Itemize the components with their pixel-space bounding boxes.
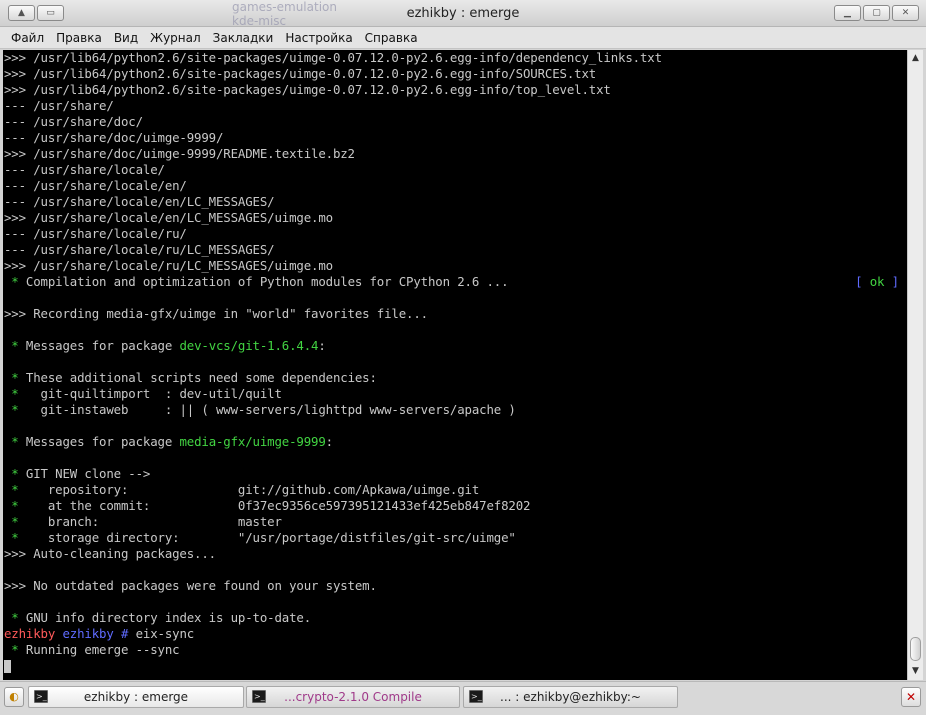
terminal-icon: >_ — [469, 690, 483, 703]
terminal-line: --- /usr/share/locale/ru/ — [4, 226, 187, 241]
terminal-line: --- /usr/share/doc/uimge-9999/ — [4, 130, 224, 145]
terminal-line: * These additional scripts need some dep… — [4, 370, 377, 385]
minimize-icon: ▁ — [844, 8, 851, 18]
menu-settings[interactable]: Настройка — [279, 28, 358, 48]
close-window-button[interactable]: ✕ — [892, 5, 919, 21]
terminal-line: >>> /usr/lib64/python2.6/site-packages/u… — [4, 50, 662, 65]
terminal-line: * Messages for package dev-vcs/git-1.6.4… — [4, 338, 326, 353]
menu-history[interactable]: Журнал — [144, 28, 207, 48]
terminal-line: >>> /usr/lib64/python2.6/site-packages/u… — [4, 66, 597, 81]
menu-file[interactable]: Файл — [5, 28, 50, 48]
status-ok: [ ok ] — [855, 274, 899, 289]
terminal-line: * git-quiltimport : dev-util/quilt — [4, 386, 282, 401]
close-tab-icon: ✕ — [905, 690, 917, 704]
terminal-scrollbar[interactable]: ▲ ▼ — [907, 50, 923, 680]
scroll-down-icon[interactable]: ▼ — [908, 664, 923, 678]
terminal-line: * Running emerge --sync — [4, 642, 180, 657]
text-cursor — [4, 660, 11, 673]
menu-help[interactable]: Справка — [359, 28, 424, 48]
terminal-line: * Messages for package media-gfx/uimge-9… — [4, 434, 333, 449]
tab-label: ... : ezhikby@ezhikby:~ — [500, 690, 641, 704]
tab-crypto-compile[interactable]: >_ ...crypto-2.1.0 Compile — [246, 686, 460, 708]
terminal-line: * branch: master — [4, 514, 282, 529]
tab-label: ezhikby : emerge — [83, 690, 189, 704]
terminal-line: * git-instaweb : || ( www-servers/lightt… — [4, 402, 516, 417]
tab-emerge[interactable]: >_ ezhikby : emerge — [28, 686, 244, 708]
terminal-icon: >_ — [252, 690, 266, 703]
terminal-icon: >_ — [34, 690, 48, 703]
menu-bar: Файл Правка Вид Журнал Закладки Настройк… — [0, 27, 926, 49]
menu-edit[interactable]: Правка — [50, 28, 108, 48]
terminal-line: --- /usr/share/locale/ru/LC_MESSAGES/ — [4, 242, 275, 257]
terminal-line: >>> /usr/share/locale/ru/LC_MESSAGES/uim… — [4, 258, 333, 273]
terminal-line: * Compilation and optimization of Python… — [4, 274, 899, 289]
close-icon: ✕ — [901, 8, 910, 18]
menu-view[interactable]: Вид — [108, 28, 144, 48]
terminal-line: >>> /usr/share/doc/uimge-9999/README.tex… — [4, 146, 355, 161]
terminal-line: --- /usr/share/locale/en/ — [4, 178, 187, 193]
terminal-line: >>> Auto-cleaning packages... — [4, 546, 216, 561]
tab-label: ...crypto-2.1.0 Compile — [284, 690, 422, 704]
terminal-line: >>> /usr/lib64/python2.6/site-packages/u… — [4, 82, 611, 97]
new-tab-button[interactable]: ◐ — [4, 687, 24, 707]
terminal-line: * repository: git://github.com/Apkawa/ui… — [4, 482, 480, 497]
maximize-icon: ▢ — [872, 8, 881, 18]
terminal-line: ezhikby ezhikby # eix-sync — [4, 626, 195, 641]
window-title: ezhikby : emerge — [406, 6, 520, 21]
terminal-line: * at the commit: 0f37ec9356ce59739512143… — [4, 498, 531, 513]
terminal-line: * GNU info directory index is up-to-date… — [4, 610, 312, 625]
terminal-line: >>> /usr/share/locale/en/LC_MESSAGES/uim… — [4, 210, 333, 225]
tab-ezhikby-home[interactable]: >_ ... : ezhikby@ezhikby:~ — [463, 686, 678, 708]
terminal-output[interactable]: >>> /usr/lib64/python2.6/site-packages/u… — [3, 50, 907, 680]
terminal-cursor-line — [3, 658, 907, 674]
terminal-line: >>> Recording media-gfx/uimge in "world"… — [4, 306, 428, 321]
scrollbar-thumb[interactable] — [910, 637, 921, 661]
terminal-line: --- /usr/share/locale/ — [4, 162, 165, 177]
terminal-line: --- /usr/share/ — [4, 98, 114, 113]
terminal-line: >>> No outdated packages were found on y… — [4, 578, 377, 593]
close-tab-button[interactable]: ✕ — [901, 687, 921, 707]
menu-bookmarks[interactable]: Закладки — [207, 28, 280, 48]
terminal-line: * storage directory: "/usr/portage/distf… — [4, 530, 516, 545]
scroll-up-icon[interactable]: ▲ — [908, 51, 923, 65]
new-tab-icon: ◐ — [9, 690, 19, 703]
title-bar[interactable]: games-emulation kde-misc ▲ ▭ ezhikby : e… — [0, 0, 926, 28]
minimize-button[interactable]: ▁ — [834, 5, 861, 21]
terminal-line: * GIT NEW clone --> — [4, 466, 151, 481]
session-tab-bar: ◐ >_ ezhikby : emerge >_ ...crypto-2.1.0… — [0, 681, 926, 715]
terminal-line: --- /usr/share/locale/en/LC_MESSAGES/ — [4, 194, 275, 209]
terminal-line: --- /usr/share/doc/ — [4, 114, 143, 129]
maximize-button[interactable]: ▢ — [863, 5, 890, 21]
